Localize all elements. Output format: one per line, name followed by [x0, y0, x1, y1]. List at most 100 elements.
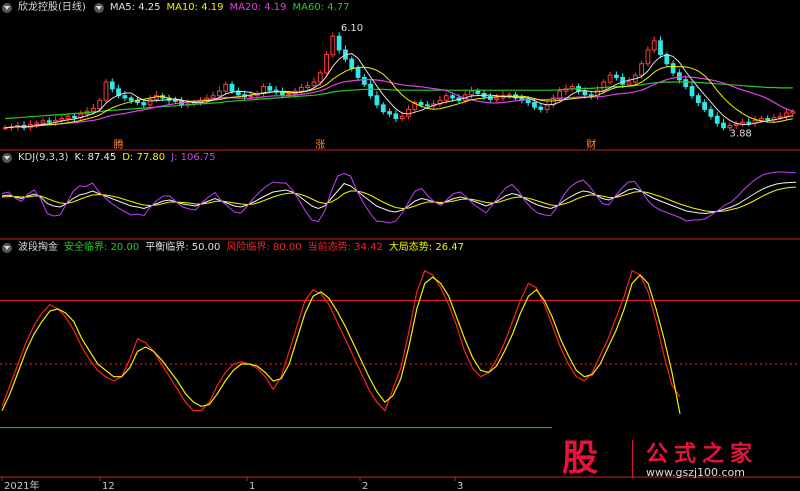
candle	[103, 78, 109, 104]
event-label: 腾	[114, 138, 124, 151]
ma60-value: 4.77	[327, 2, 350, 13]
candle-body	[746, 121, 752, 124]
high-price-marker: 6.10	[341, 23, 363, 34]
candle-body	[450, 95, 455, 99]
candle-body	[46, 120, 52, 123]
candle	[330, 32, 336, 58]
candle-body	[223, 83, 229, 92]
overall-trend: 大局态势: 26.47	[388, 242, 465, 253]
candle-body	[349, 58, 355, 69]
candle-body	[695, 95, 701, 104]
candle-body	[59, 118, 65, 121]
candle-body	[758, 118, 764, 121]
candle-body	[311, 81, 317, 87]
candle-body	[714, 115, 720, 124]
current-trend: 当前态势: 34.42	[307, 242, 383, 253]
candle-body	[626, 81, 632, 85]
kdj-k: K: 87.45	[74, 152, 117, 163]
candle-body	[790, 111, 796, 114]
candle-body	[702, 102, 708, 110]
candle-body	[639, 63, 645, 76]
candle-body	[298, 86, 304, 92]
candle-body	[324, 54, 329, 74]
candle-body	[90, 108, 96, 112]
candle-body	[469, 90, 474, 96]
candle-body	[525, 99, 531, 104]
candle-body	[721, 122, 726, 129]
candle-body	[532, 102, 537, 108]
candle-body	[494, 97, 500, 100]
kdj-j: J: 106.75	[171, 152, 216, 163]
candle-body	[784, 112, 789, 117]
candle-body	[305, 85, 311, 88]
kdj-d: D: 77.80	[122, 152, 166, 163]
candle-body	[330, 35, 336, 56]
candle-body	[361, 76, 367, 85]
candle-body	[664, 54, 670, 65]
candle-body	[317, 72, 323, 83]
candle-body	[399, 115, 405, 120]
candle-body	[418, 102, 424, 106]
kdj-header: KDJ(9,3,3) K: 87.45 D: 77.80 J: 106.75	[0, 151, 216, 165]
candle-body	[97, 99, 103, 110]
candle-body	[286, 93, 292, 96]
settings-dot-icon[interactable]	[93, 3, 104, 13]
candle-body	[544, 104, 550, 110]
candle-body	[708, 108, 714, 117]
candle-body	[387, 111, 392, 115]
candle-body	[727, 124, 733, 129]
candle	[324, 51, 329, 76]
candle-body	[380, 104, 386, 113]
watermark-name: 公式之家	[646, 441, 759, 467]
ma20-label: MA20: 4.19	[229, 2, 287, 13]
watermark-separator	[632, 440, 633, 478]
balance-threshold: 平衡临界: 50.00	[145, 242, 221, 253]
candle-body	[248, 95, 254, 98]
candle-body	[601, 81, 607, 91]
ma10-label: MA10: 4.19	[166, 2, 224, 13]
collapse-icon[interactable]	[2, 3, 12, 13]
candle-body	[210, 95, 216, 99]
watermark-logo: 股	[562, 437, 599, 479]
candle-body	[424, 104, 430, 107]
candle-body	[267, 86, 273, 91]
candle-body	[393, 113, 399, 120]
candle-body	[506, 94, 512, 97]
candle-body	[103, 81, 109, 101]
candle-body	[128, 97, 134, 101]
collapse-icon[interactable]	[2, 153, 12, 163]
candle-body	[475, 90, 481, 94]
risk-threshold: 风险临界: 80.00	[226, 242, 302, 253]
candle-body	[336, 35, 342, 51]
collapse-icon[interactable]	[2, 243, 12, 253]
axis-label: 2021年	[4, 479, 39, 491]
candle-body	[40, 120, 46, 124]
candle-body	[538, 106, 544, 110]
axis-label: 3	[457, 481, 463, 491]
candle-body	[607, 74, 613, 83]
candle-body	[651, 40, 657, 51]
price-title: 欣龙控股(日线)	[18, 2, 86, 13]
candle-body	[645, 49, 651, 65]
candle-body	[670, 63, 676, 74]
candle-body	[658, 40, 663, 56]
wave-header: 波段掏金 安全临界: 20.00 平衡临界: 50.00 风险临界: 80.00…	[0, 241, 464, 255]
candle-body	[65, 115, 71, 120]
candle-body	[374, 95, 380, 106]
axis-label: 1	[249, 481, 255, 491]
candle-body	[34, 122, 40, 126]
event-label: 涨	[315, 139, 325, 151]
ma5-label: MA5: 4.25	[109, 2, 161, 13]
watermark: 股 公式之家 www.gszj100.com	[552, 436, 797, 482]
axis-label: 2	[362, 481, 368, 491]
ma10-value: 4.19	[201, 2, 224, 13]
candle-body	[147, 98, 153, 106]
candle-body	[141, 102, 147, 106]
candle-body	[683, 79, 689, 88]
wave-title: 波段掏金	[18, 242, 58, 253]
candle-body	[406, 108, 411, 117]
candle-body	[217, 90, 222, 97]
candle-body	[677, 72, 682, 81]
safe-threshold: 安全临界: 20.00	[64, 242, 140, 253]
ma5-value: 4.25	[138, 2, 161, 13]
